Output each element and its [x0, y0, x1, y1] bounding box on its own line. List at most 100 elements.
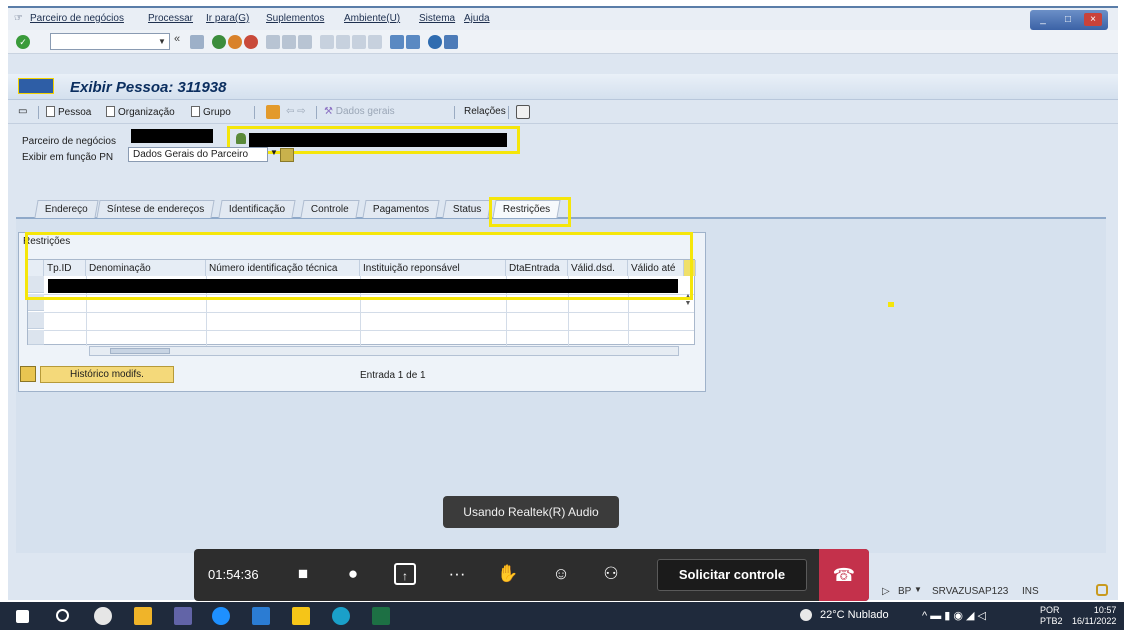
edge-icon[interactable]	[332, 607, 350, 625]
request-control-button[interactable]: Solicitar controle	[657, 559, 807, 591]
raise-hand-icon[interactable]: ✋	[497, 563, 519, 585]
exit-icon[interactable]	[228, 35, 242, 49]
first-page-icon[interactable]	[320, 35, 334, 49]
last-page-icon[interactable]	[368, 35, 382, 49]
horizontal-scrollbar[interactable]	[89, 346, 679, 356]
row-divider	[44, 330, 694, 331]
chevron-down-icon[interactable]: ▼	[270, 148, 278, 157]
status-expand-icon[interactable]: ▷	[882, 586, 890, 597]
app-icon[interactable]	[94, 607, 112, 625]
maximize-button[interactable]: □	[1059, 13, 1077, 26]
menu-ajuda[interactable]: Ajuda	[464, 13, 490, 24]
tab-identificacao[interactable]: Identificação	[218, 200, 296, 218]
lang-bottom: PTB2	[1040, 616, 1063, 626]
more-options-icon[interactable]: ···	[446, 563, 468, 585]
internet-explorer-icon[interactable]	[212, 607, 230, 625]
minimize-button[interactable]: _	[1034, 13, 1052, 26]
organization-button[interactable]: Organização	[106, 106, 175, 118]
new-session-icon[interactable]	[390, 35, 404, 49]
cloud-icon	[800, 609, 812, 621]
participants-icon[interactable]: ⚇	[600, 563, 622, 585]
group-button-label: Grupo	[203, 107, 231, 118]
clipboard-icon[interactable]	[516, 105, 530, 119]
weather[interactable]: 22°C Nublado	[820, 609, 889, 621]
status-bar: ▷ BP ▼ SRVAZUSAP123 INS	[870, 582, 1120, 600]
tray-icons[interactable]: ^ ▬ ▮ ◉ ◢ ◁	[922, 609, 986, 622]
relations-button[interactable]: Relações	[464, 106, 506, 117]
tab-status[interactable]: Status	[442, 200, 492, 218]
find-next-icon[interactable]	[298, 35, 312, 49]
command-field[interactable]	[50, 33, 170, 50]
prev-page-icon[interactable]	[336, 35, 350, 49]
tab-pagamentos[interactable]: Pagamentos	[362, 200, 440, 218]
outlook-icon[interactable]	[252, 607, 270, 625]
partner-number-redacted[interactable]	[131, 129, 213, 143]
layout-menu-icon[interactable]	[444, 35, 458, 49]
person-button-label: Pessoa	[58, 107, 92, 118]
meeting-timer: 01:54:36	[208, 567, 259, 582]
windows-start-icon[interactable]	[16, 610, 29, 623]
back-green-icon[interactable]	[212, 35, 226, 49]
tab-controle[interactable]: Controle	[300, 200, 360, 218]
search-icon[interactable]	[56, 609, 69, 622]
row-selector[interactable]	[28, 330, 44, 345]
excel-icon[interactable]	[372, 607, 390, 625]
menu-ir-para[interactable]: Ir para(G)	[206, 13, 249, 24]
audio-tooltip: Usando Realtek(R) Audio	[443, 496, 619, 528]
scroll-thumb[interactable]	[110, 348, 170, 354]
save-icon[interactable]	[190, 35, 204, 49]
function-label: Exibir em função PN	[22, 152, 114, 163]
shortcut-icon[interactable]	[406, 35, 420, 49]
group-button[interactable]: Grupo	[191, 106, 231, 118]
open-icon[interactable]	[266, 105, 280, 119]
menu-parceiro[interactable]: Parceiro de negócios	[30, 13, 124, 24]
language-indicator[interactable]: POR PTB2	[1040, 605, 1063, 627]
function-select[interactable]: Dados Gerais do Parceiro	[128, 147, 268, 162]
menu-ambiente[interactable]: Ambiente(U)	[344, 13, 400, 24]
app-icon[interactable]	[292, 607, 310, 625]
clock[interactable]: 10:57 16/11/2022	[1072, 605, 1116, 627]
chevron-down-icon[interactable]: ▼	[914, 585, 922, 594]
toggle-icon[interactable]: ▭	[18, 106, 27, 117]
print-icon[interactable]	[266, 35, 280, 49]
tab-label: Endereço	[44, 204, 88, 215]
cancel-icon[interactable]	[244, 35, 258, 49]
tools-icon: ⚒	[324, 106, 333, 117]
menu-sistema[interactable]: Sistema	[419, 13, 455, 24]
tab-sintese[interactable]: Síntese de endereços	[96, 200, 215, 218]
file-explorer-icon[interactable]	[134, 607, 152, 625]
hang-up-button[interactable]: ☎	[819, 549, 869, 601]
tab-label: Síntese de endereços	[106, 204, 205, 215]
application-toolbar: ▭ Pessoa Organização Grupo ⇦ ⇨ ⚒ Dados g…	[8, 100, 1118, 124]
change-history-button[interactable]: Histórico modifs.	[40, 366, 174, 383]
tab-label: Status	[452, 204, 482, 215]
find-icon[interactable]	[282, 35, 296, 49]
history-icon[interactable]	[20, 366, 36, 382]
general-data-button[interactable]: ⚒ Dados gerais	[324, 106, 395, 117]
help-icon[interactable]	[428, 35, 442, 49]
next-page-icon[interactable]	[352, 35, 366, 49]
search-help-icon[interactable]	[280, 148, 294, 162]
chat-icon[interactable]: ☺	[550, 563, 572, 585]
microphone-icon[interactable]: ●	[342, 563, 364, 585]
lock-icon[interactable]	[1096, 584, 1108, 596]
system-id: BP	[898, 586, 912, 597]
vertical-scrollbar[interactable]: ▲ ▼	[683, 293, 693, 343]
menu-suplementos[interactable]: Suplementos	[266, 13, 324, 24]
teams-icon[interactable]	[174, 607, 192, 625]
close-button[interactable]: ×	[1084, 13, 1102, 26]
menu-icon[interactable]: ☞	[14, 13, 23, 24]
document-icon	[46, 106, 55, 117]
chevron-down-icon[interactable]: ▼	[155, 33, 169, 50]
menu-processar[interactable]: Processar	[148, 13, 193, 24]
partner-name-redacted[interactable]	[249, 133, 507, 147]
tab-endereco[interactable]: Endereço	[34, 200, 99, 218]
share-screen-icon[interactable]: ↑	[394, 563, 416, 585]
camera-icon[interactable]: ■	[292, 563, 314, 585]
tab-label: Identificação	[228, 204, 286, 215]
back-icon[interactable]: «	[174, 33, 188, 47]
enter-icon[interactable]: ✓	[16, 35, 30, 49]
row-selector[interactable]	[28, 312, 44, 329]
person-button[interactable]: Pessoa	[46, 106, 91, 118]
window-controls: _ □ ×	[1030, 10, 1108, 30]
